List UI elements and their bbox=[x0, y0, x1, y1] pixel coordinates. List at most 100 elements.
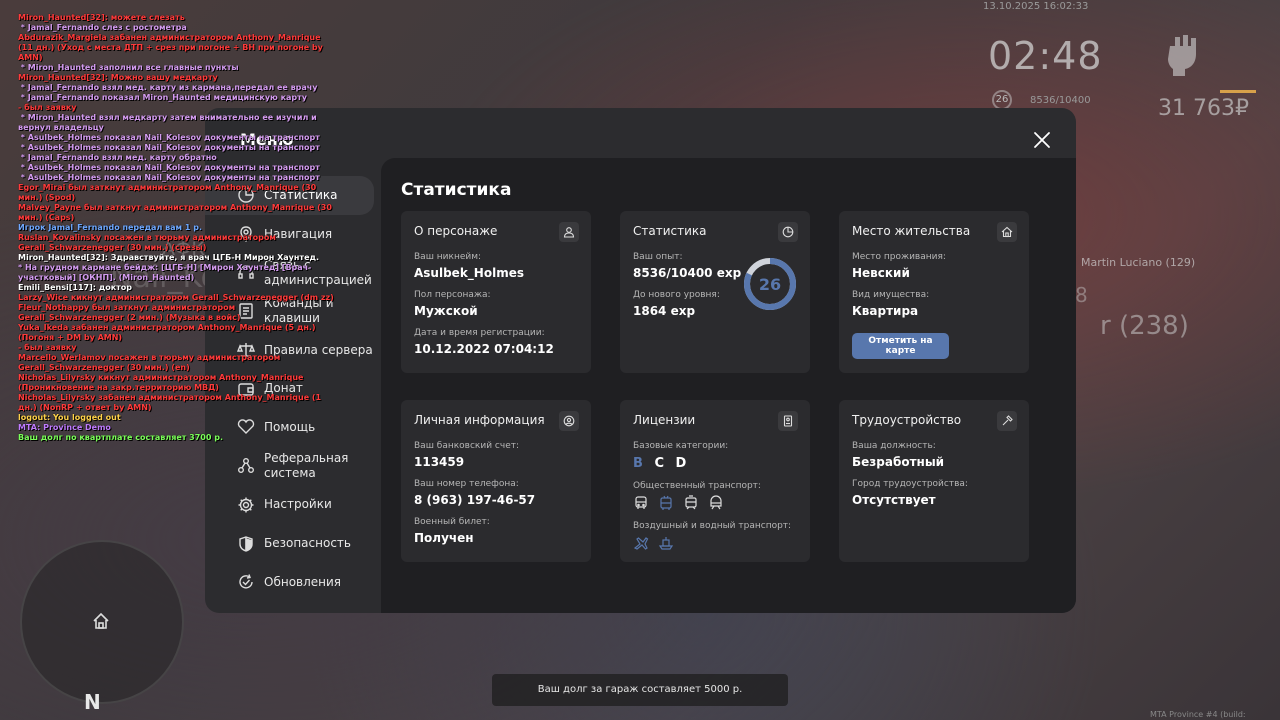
chat-message: Ruslan_Kovalinsky посажен в тюрьму админ… bbox=[18, 233, 279, 252]
mark-on-map-button[interactable]: Отметить на карте bbox=[852, 333, 949, 359]
position-label: Ваша должность: bbox=[852, 441, 936, 451]
referral-icon bbox=[238, 458, 254, 474]
metro-icon bbox=[708, 495, 724, 511]
residence-card: Место жительства Место проживания: Невск… bbox=[839, 211, 1029, 373]
card-title: Место жительства bbox=[852, 224, 971, 238]
hud-date: 13.10.2025 16:02:33 bbox=[983, 1, 1089, 12]
chat-message: * Miron_Haunted заполнил все главные пун… bbox=[18, 63, 239, 72]
card-title: О персонаже bbox=[414, 224, 498, 238]
chat-message: Abdurazik_Margiela забанен администратор… bbox=[18, 33, 326, 62]
close-button[interactable] bbox=[1032, 130, 1052, 150]
house-icon bbox=[997, 222, 1017, 242]
chat-message: * Jamal_Fernando взял мед. карту обратно bbox=[18, 153, 217, 162]
statistics-card: Статистика Ваш опыт: 8536/10400 exp До н… bbox=[620, 211, 810, 373]
chat-message: logout: You logged out bbox=[18, 413, 121, 422]
bank-account-value: 113459 bbox=[414, 455, 465, 469]
chat-message: Emili_Bensi[117]: доктор bbox=[18, 283, 132, 292]
nav-item-referral[interactable]: Реферальная система bbox=[205, 447, 380, 486]
user-icon bbox=[559, 222, 579, 242]
chat-message: Miron_Haunted[32]: Здравствуйте, я врач … bbox=[18, 253, 319, 262]
card-title: Личная информация bbox=[414, 413, 545, 427]
hammer-icon bbox=[997, 411, 1017, 431]
registration-value: 10.12.2022 07:04:12 bbox=[414, 342, 554, 356]
updates-icon bbox=[239, 574, 253, 589]
chat-log: Miron_Haunted[32]: можете слезать * Jama… bbox=[18, 13, 338, 443]
bank-account-label: Ваш банковский счет: bbox=[414, 441, 520, 451]
chat-message: Larzy_Wice кикнут администратором Gerall… bbox=[18, 293, 334, 302]
chat-message: * Jamal_Fernando взял мед. карту из карм… bbox=[18, 83, 318, 92]
hud-money: 31 763₽ bbox=[1158, 96, 1249, 121]
chat-message: MTA: Province Demo bbox=[18, 423, 111, 432]
air-water-transport-icons bbox=[633, 535, 797, 551]
chat-message: * Miron_Haunted взял медкарту затем вним… bbox=[18, 113, 320, 132]
employment-card: Трудоустройство Ваша должность: Безработ… bbox=[839, 400, 1029, 562]
chat-message: Miron_Haunted[32]: Можно вашу медкарту bbox=[18, 73, 218, 82]
licenses-card: Лицензии Базовые категории: B C D Общест… bbox=[620, 400, 810, 562]
chat-message: - был заявку bbox=[18, 343, 77, 352]
military-id-value: Получен bbox=[414, 531, 474, 545]
chat-message: Malvey_Payne был заткнут администратором… bbox=[18, 203, 335, 222]
gender-label: Пол персонажа: bbox=[414, 290, 491, 300]
base-categories-label: Базовые категории: bbox=[633, 441, 729, 451]
chat-message: Marcello_Werlamov посажен в тюрьму админ… bbox=[18, 353, 284, 372]
page-title: Статистика bbox=[401, 180, 512, 200]
chat-message: * Jamal_Fernando показал Miron_Haunted м… bbox=[18, 93, 308, 102]
settings-icon bbox=[238, 497, 254, 513]
nav-label: Обновления bbox=[264, 574, 342, 589]
property-type-label: Вид имущества: bbox=[852, 290, 930, 300]
player-nametag: Martin Luciano (129) bbox=[1081, 256, 1196, 269]
card-title: Трудоустройство bbox=[852, 413, 962, 427]
position-value: Безработный bbox=[852, 455, 945, 469]
chat-message: Nicholas_Lilyrsky кикнут администратором… bbox=[18, 373, 307, 392]
nav-item-security[interactable]: Безопасность bbox=[205, 524, 380, 563]
public-transport-icons bbox=[633, 495, 797, 511]
employment-city-label: Город трудоустройства: bbox=[852, 479, 968, 489]
bus-icon bbox=[633, 495, 649, 511]
hud-exp: 8536/10400 bbox=[1030, 95, 1091, 106]
fist-icon bbox=[1164, 32, 1198, 77]
chat-message: * Asulbek_Holmes показал Nail_Kolesov до… bbox=[18, 173, 320, 182]
personal-info-card: Личная информация Ваш банковский счет: 1… bbox=[401, 400, 591, 562]
debt-notification: Ваш долг за гараж составляет 5000 р. bbox=[492, 674, 788, 706]
license-categories: B C D bbox=[633, 456, 797, 471]
chat-message: * Asulbek_Holmes показал Nail_Kolesov до… bbox=[18, 163, 320, 172]
user-circle-icon bbox=[559, 411, 579, 431]
chat-message: * На грудном кармане бейдж: [ЦГБ-Н] [Мир… bbox=[18, 263, 312, 282]
card-title: Лицензии bbox=[633, 413, 696, 427]
boat-icon bbox=[658, 535, 674, 551]
gender-value: Мужской bbox=[414, 304, 478, 318]
residence-place-value: Невский bbox=[852, 266, 910, 280]
air-water-transport-label: Воздушный и водный транспорт: bbox=[633, 521, 792, 531]
chat-message: - был заявку bbox=[18, 103, 77, 112]
license-category-d: D bbox=[675, 456, 687, 471]
public-transport-label: Общественный транспорт: bbox=[633, 481, 761, 491]
nav-item-updates[interactable]: Обновления bbox=[205, 563, 380, 602]
nickname-label: Ваш никнейм: bbox=[414, 252, 482, 262]
pie-chart-icon bbox=[778, 222, 798, 242]
chat-message: Игрок Jamal_Fernando передал вам 1 р. bbox=[18, 223, 202, 232]
hud-level-badge: 26 bbox=[992, 90, 1012, 110]
nav-item-settings[interactable]: Настройки bbox=[205, 486, 380, 525]
character-card: О персонаже Ваш никнейм: Asulbek_Holmes … bbox=[401, 211, 591, 373]
military-id-label: Военный билет: bbox=[414, 517, 490, 527]
nav-label: Безопасность bbox=[264, 536, 351, 551]
chat-message: Fleur_Nothappy был заткнут администратор… bbox=[18, 303, 241, 322]
nav-label: Реферальная система bbox=[264, 451, 349, 481]
hud-clock: 02:48 bbox=[988, 34, 1103, 78]
nav-label: Настройки bbox=[264, 497, 332, 512]
employment-city-value: Отсутствует bbox=[852, 493, 936, 507]
phone-value: 8 (963) 197-46-57 bbox=[414, 493, 536, 507]
chat-message: Nicholas_Lilyrsky забанен администраторо… bbox=[18, 393, 324, 412]
card-title: Статистика bbox=[633, 224, 707, 238]
stats-content: Статистика О персонаже Ваш никнейм: Asul… bbox=[381, 158, 1076, 613]
security-icon bbox=[239, 535, 253, 552]
chat-message: Yuka_Ikeda забанен администратором Antho… bbox=[18, 323, 319, 342]
player-nametag: 8 bbox=[1075, 283, 1088, 307]
home-icon bbox=[92, 612, 110, 630]
document-icon bbox=[778, 411, 798, 431]
registration-label: Дата и время регистрации: bbox=[414, 328, 545, 338]
build-info: MTA Province #4 (build: 6.12420.9) bbox=[1150, 710, 1246, 720]
minimap-north: N bbox=[84, 690, 101, 714]
chat-message: * Asulbek_Holmes показал Nail_Kolesov до… bbox=[18, 143, 320, 152]
player-nametag: r (238) bbox=[1100, 311, 1189, 341]
